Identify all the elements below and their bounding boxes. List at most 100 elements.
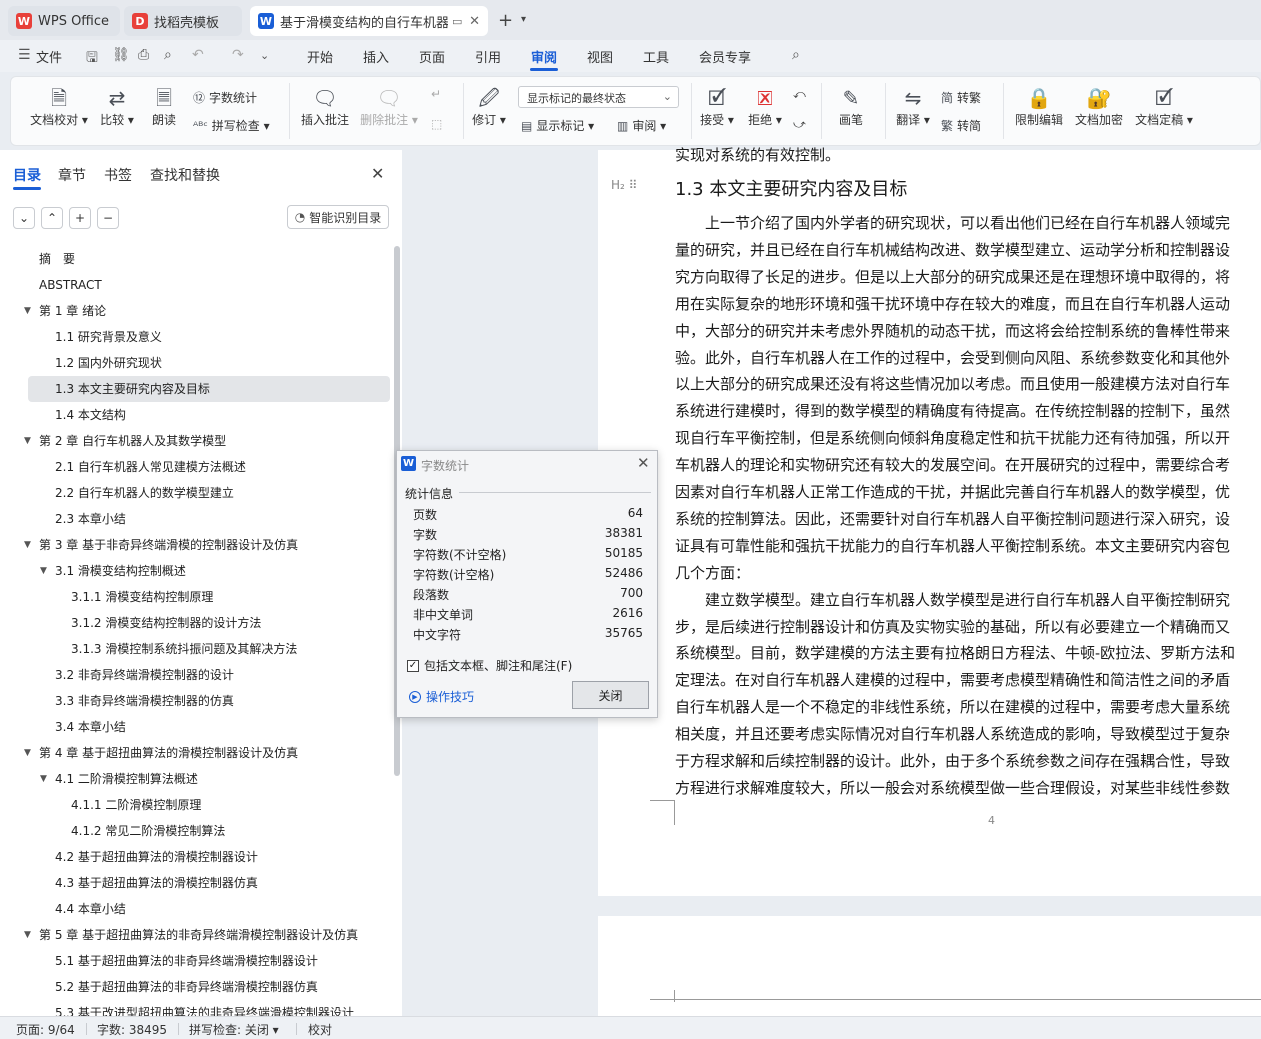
- tab-wps-office[interactable]: W WPS Office: [8, 6, 120, 36]
- toc-item[interactable]: ▼ 第 1 章 绪论: [0, 298, 392, 324]
- close-icon[interactable]: ✕: [371, 164, 384, 183]
- toc-item[interactable]: 2.1 自行车机器人常见建模方法概述: [0, 454, 392, 480]
- toc-item[interactable]: 摘 要: [0, 246, 392, 272]
- caret-down-icon[interactable]: ▼: [40, 766, 47, 792]
- remove-heading-button[interactable]: −: [97, 207, 119, 229]
- search-icon[interactable]: ⌕: [792, 47, 800, 63]
- toc-item[interactable]: ABSTRACT: [0, 272, 392, 298]
- spell-check-button[interactable]: ᴬᴮᶜ 拼写检查 ▾: [193, 117, 270, 134]
- document-page-next[interactable]: [598, 916, 1261, 1016]
- status-words[interactable]: 字数: 38495: [97, 1021, 167, 1038]
- tab-find-replace[interactable]: 查找和替换: [150, 165, 220, 185]
- heading-marker[interactable]: H₂ ⠿: [611, 178, 637, 192]
- menu-insert[interactable]: 插入: [363, 47, 389, 66]
- undo-icon[interactable]: ↶: [192, 47, 204, 63]
- restrict-edit-button[interactable]: 🔒 限制编辑: [1011, 85, 1067, 128]
- expand-button[interactable]: ⌃: [41, 207, 63, 229]
- compare-button[interactable]: ⇄ 比较 ▾: [97, 85, 137, 128]
- toc-item[interactable]: 2.2 自行车机器人的数学模型建立: [0, 480, 392, 506]
- tips-link[interactable]: ▶ 操作技巧: [409, 688, 474, 705]
- toc-item[interactable]: 3.1.3 滑模控制系统抖振问题及其解决方法: [0, 636, 392, 662]
- toc-item[interactable]: 1.1 研究背景及意义: [0, 324, 392, 350]
- menu-file[interactable]: 文件: [36, 47, 62, 66]
- status-spell-check[interactable]: 拼写检查: 关闭 ▾: [189, 1021, 279, 1038]
- toc-item[interactable]: ▼ 第 3 章 基于非奇异终端滑模的控制器设计及仿真: [0, 532, 392, 558]
- menu-tools[interactable]: 工具: [643, 47, 669, 66]
- save-icon[interactable]: 🖫: [86, 47, 98, 71]
- toc-item[interactable]: 3.4 本章小结: [0, 714, 392, 740]
- menu-reference[interactable]: 引用: [475, 47, 501, 66]
- menu-start[interactable]: 开始: [307, 47, 333, 66]
- next-change-icon[interactable]: ⤻: [793, 117, 806, 132]
- markup-state-select[interactable]: 显示标记的最终状态 ⌄: [518, 86, 679, 108]
- toc-item[interactable]: 3.1.1 滑模变结构控制原理: [0, 584, 392, 610]
- tab-bookmarks[interactable]: 书签: [104, 165, 132, 185]
- caret-down-icon[interactable]: ▼: [24, 922, 31, 948]
- tab-chapters[interactable]: 章节: [58, 165, 86, 185]
- menu-member[interactable]: 会员专享: [699, 47, 751, 66]
- toc-item[interactable]: 4.1.2 常见二阶滑模控制算法: [0, 818, 392, 844]
- to-traditional-button[interactable]: 简 转繁: [941, 89, 981, 106]
- to-simplified-button[interactable]: 繁 转简: [941, 117, 981, 134]
- include-textbox-checkbox[interactable]: ✓ 包括文本框、脚注和尾注(F): [407, 657, 572, 674]
- prev-change-icon[interactable]: ⤺: [793, 87, 806, 102]
- chevron-down-icon[interactable]: ▾: [521, 14, 526, 25]
- toc-item[interactable]: 4.2 基于超扭曲算法的滑模控制器设计: [0, 844, 392, 870]
- link-icon[interactable]: ⛓: [112, 47, 130, 63]
- toc-item[interactable]: 4.3 基于超扭曲算法的滑模控制器仿真: [0, 870, 392, 896]
- pen-button[interactable]: ✎ 画笔: [831, 85, 871, 128]
- tab-document[interactable]: W 基于滑模变结构的自行车机器人 ▭ ✕: [250, 6, 488, 36]
- collapse-button[interactable]: ⌄: [13, 207, 35, 229]
- toc-item[interactable]: 3.2 非奇异终端滑模控制器的设计: [0, 662, 392, 688]
- close-button[interactable]: 关闭: [572, 681, 649, 709]
- toc-item[interactable]: ▼ 4.1 二阶滑模控制算法概述: [0, 766, 392, 792]
- new-tab-icon[interactable]: +: [498, 10, 513, 31]
- window-icon[interactable]: ▭: [452, 15, 462, 28]
- toc-item[interactable]: 4.4 本章小结: [0, 896, 392, 922]
- word-count-button[interactable]: ⑫ 字数统计: [193, 89, 257, 106]
- accept-button[interactable]: 🗹 接受 ▾: [697, 85, 737, 128]
- menu-review[interactable]: 审阅: [531, 47, 557, 66]
- toc-item[interactable]: 1.2 国内外研究现状: [0, 350, 392, 376]
- status-page[interactable]: 页面: 9/64: [16, 1021, 75, 1038]
- caret-down-icon[interactable]: ▼: [24, 740, 31, 766]
- print-icon[interactable]: ⎙: [138, 47, 149, 63]
- doc-finalize-button[interactable]: 🗹 文档定稿 ▾: [1133, 85, 1195, 128]
- toc-item[interactable]: 2.3 本章小结: [0, 506, 392, 532]
- caret-down-icon[interactable]: ▼: [24, 428, 31, 454]
- doc-encrypt-button[interactable]: 🔐 文档加密: [1071, 85, 1127, 128]
- chevron-down-icon[interactable]: ⌄: [260, 49, 269, 62]
- toc-item[interactable]: ▼ 第 4 章 基于超扭曲算法的滑模控制器设计及仿真: [0, 740, 392, 766]
- toc-item[interactable]: ▼ 第 2 章 自行车机器人及其数学模型: [0, 428, 392, 454]
- caret-down-icon[interactable]: ▼: [24, 532, 31, 558]
- toc-item[interactable]: 1.3 本文主要研究内容及目标: [28, 376, 390, 402]
- toc-item[interactable]: 4.1.1 二阶滑模控制原理: [0, 792, 392, 818]
- toc-item[interactable]: 1.4 本文结构: [0, 402, 392, 428]
- tab-toc[interactable]: 目录: [13, 165, 41, 185]
- toc-item[interactable]: ▼ 3.1 滑模变结构控制概述: [0, 558, 392, 584]
- caret-down-icon[interactable]: ▼: [40, 558, 47, 584]
- review-pane-button[interactable]: ▥ 审阅 ▾: [617, 117, 666, 134]
- add-heading-button[interactable]: +: [69, 207, 91, 229]
- doc-check-button[interactable]: 🗎 文档校对 ▾: [29, 85, 89, 128]
- toc-item[interactable]: 3.3 非奇异终端滑模控制器的仿真: [0, 688, 392, 714]
- close-icon[interactable]: ✕: [469, 14, 480, 29]
- redo-icon[interactable]: ↷: [232, 47, 244, 63]
- reject-button[interactable]: 🗷 拒绝 ▾: [745, 85, 785, 128]
- toc-item[interactable]: 5.2 基于超扭曲算法的非奇异终端滑模控制器仿真: [0, 974, 392, 1000]
- caret-down-icon[interactable]: ▼: [24, 298, 31, 324]
- delete-comment-button[interactable]: 🗨 删除批注 ▾: [359, 85, 419, 128]
- translate-button[interactable]: ⇋ 翻译 ▾: [893, 85, 933, 128]
- insert-comment-button[interactable]: 🗨 插入批注: [299, 85, 351, 128]
- revise-button[interactable]: 🖉 修订 ▾: [469, 85, 509, 128]
- status-proof[interactable]: 校对: [308, 1021, 332, 1038]
- smart-toc-button[interactable]: ◔ 智能识别目录: [287, 205, 389, 229]
- toc-item[interactable]: 3.1.2 滑模变结构控制器的设计方法: [0, 610, 392, 636]
- toc-item[interactable]: 5.1 基于超扭曲算法的非奇异终端滑模控制器设计: [0, 948, 392, 974]
- hamburger-icon[interactable]: ☰: [18, 47, 31, 63]
- print-preview-icon[interactable]: ⌕: [164, 47, 172, 63]
- read-aloud-button[interactable]: 🗏 朗读: [147, 85, 181, 128]
- show-markup-button[interactable]: ▤ 显示标记 ▾: [521, 117, 594, 134]
- tab-docer[interactable]: D 找稻壳模板: [124, 6, 242, 36]
- toc-item[interactable]: ▼ 第 5 章 基于超扭曲算法的非奇异终端滑模控制器设计及仿真: [0, 922, 392, 948]
